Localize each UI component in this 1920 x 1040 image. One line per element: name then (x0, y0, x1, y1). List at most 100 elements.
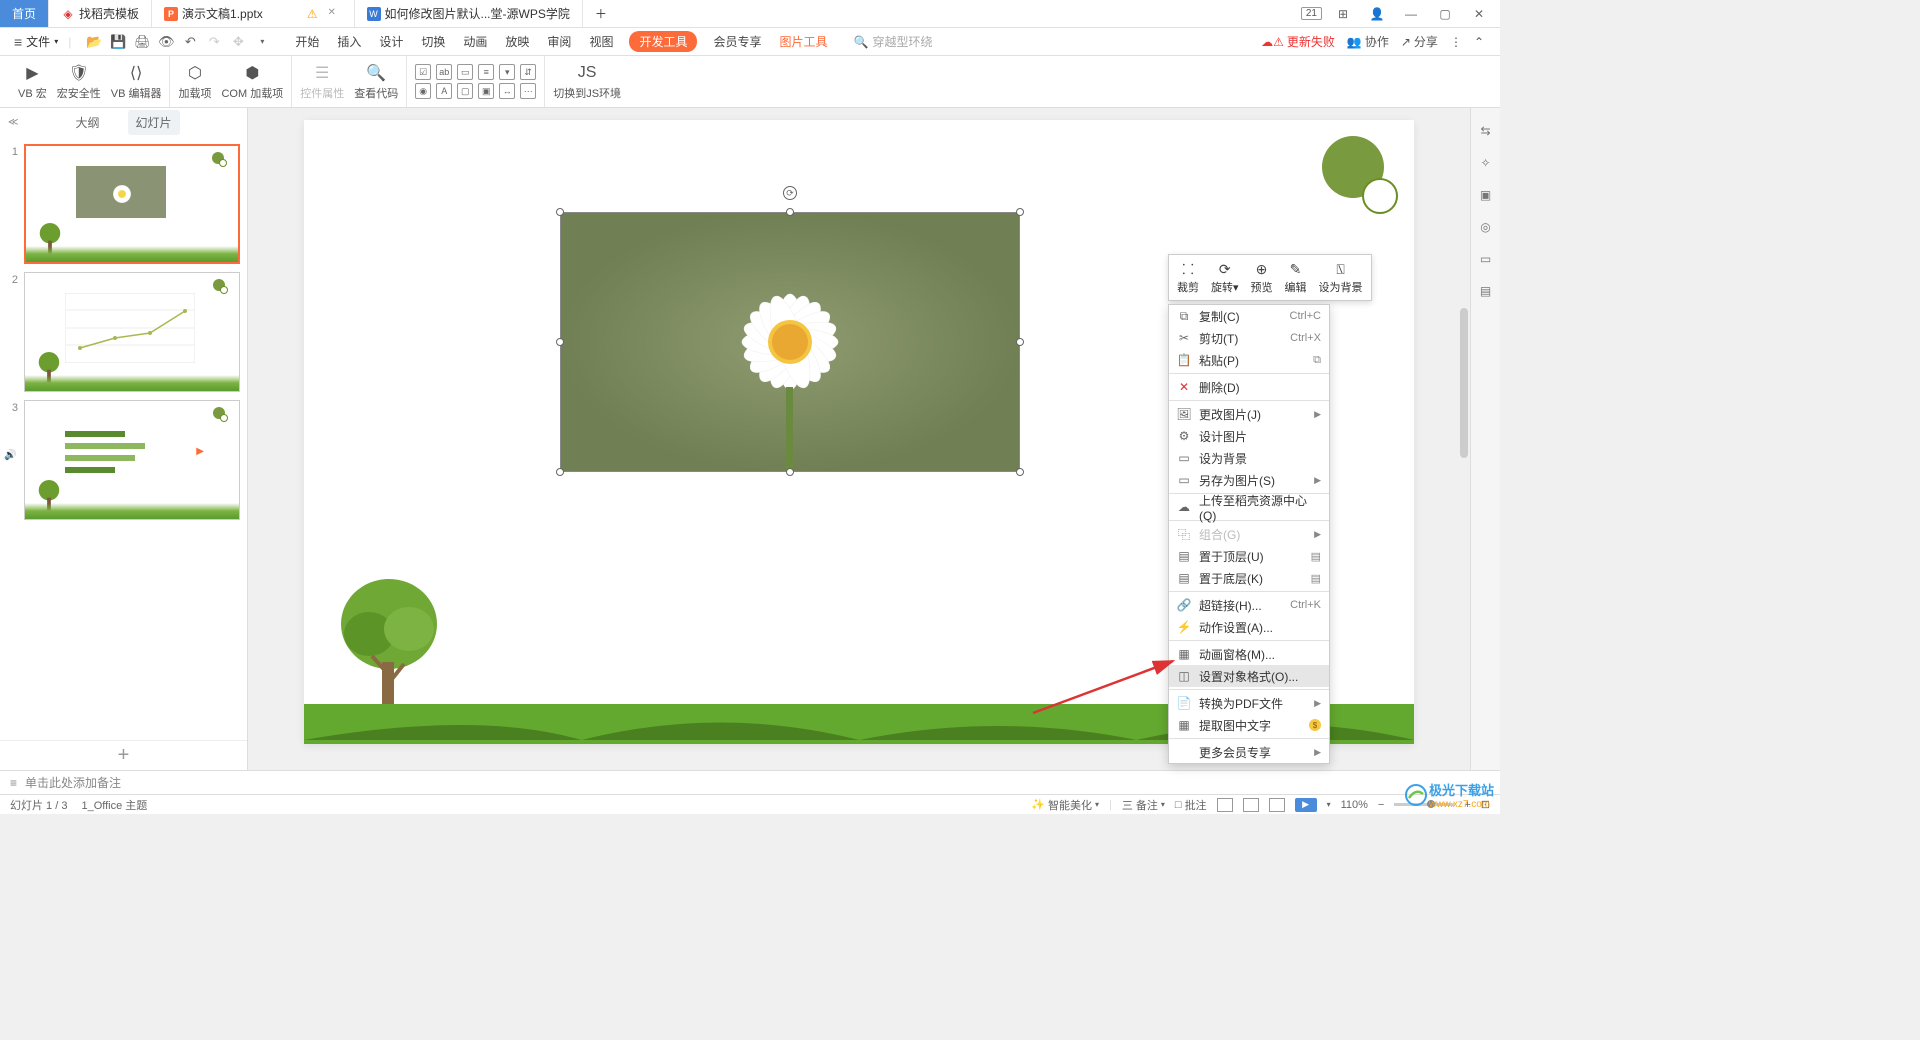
selected-image[interactable]: ⟳ (560, 212, 1020, 472)
close-icon[interactable]: ✕ (328, 7, 342, 21)
save-icon[interactable]: 💾 (109, 33, 127, 51)
beautify-button[interactable]: ✨智能美化▾ (1031, 797, 1099, 813)
slide-item[interactable]: 2 (0, 268, 247, 396)
file-menu[interactable]: ≡ 文件 ▾ (8, 33, 64, 50)
context-menu-item[interactable]: ⚡动作设置(A)... (1169, 616, 1329, 638)
minimize-icon[interactable]: — (1398, 1, 1424, 27)
context-menu-item[interactable]: ⧉复制(C)Ctrl+C (1169, 305, 1329, 327)
macro-security-button[interactable]: 🛡宏安全性 (57, 63, 101, 101)
combo-control-icon[interactable]: ▾ (499, 64, 515, 80)
com-addin-button[interactable]: ⬢COM 加载项 (221, 63, 283, 101)
collapse-panel-icon[interactable]: ≪ (8, 117, 18, 128)
label-control-icon[interactable]: A (436, 83, 452, 99)
search-box[interactable]: 🔍 穿越型环绕 (854, 33, 933, 50)
addin-button[interactable]: ⬡加载项 (178, 63, 211, 101)
context-menu-item[interactable]: 📋粘贴(P)⧉ (1169, 349, 1329, 371)
maximize-icon[interactable]: ▢ (1432, 1, 1458, 27)
print-icon[interactable]: 🖨 (133, 33, 151, 51)
context-menu-item[interactable]: ▤置于底层(K)▤ (1169, 567, 1329, 589)
scroll-control-icon[interactable]: ↔ (499, 83, 515, 99)
tab-template[interactable]: ◈ 找稻壳模板 (49, 0, 152, 27)
text-control-icon[interactable]: ab (436, 64, 452, 80)
button-control-icon[interactable]: ▭ (457, 64, 473, 80)
zoom-out-button[interactable]: − (1378, 799, 1384, 811)
context-menu-item[interactable]: 更多会员专享▶ (1169, 741, 1329, 763)
slide-item[interactable]: 3 🔊 ▶ (0, 396, 247, 524)
tab-review[interactable]: 审阅 (545, 29, 573, 54)
resize-handle[interactable] (1016, 338, 1024, 346)
tab-member[interactable]: 会员专享 (711, 29, 763, 54)
frame-control-icon[interactable]: ▢ (457, 83, 473, 99)
spin-control-icon[interactable]: ⇵ (520, 64, 536, 80)
crop-button[interactable]: ⸬裁剪 (1172, 258, 1204, 297)
collab-button[interactable]: 👥 协作 (1347, 33, 1389, 50)
slide-thumbnail-1[interactable] (24, 144, 240, 264)
more-icon[interactable]: ⋮ (1450, 35, 1462, 49)
close-window-icon[interactable]: ✕ (1466, 1, 1492, 27)
chevron-down-icon[interactable]: ▾ (253, 33, 271, 51)
resize-handle[interactable] (556, 468, 564, 476)
slides-tab[interactable]: 幻灯片 (128, 110, 180, 135)
vertical-scrollbar[interactable] (1458, 108, 1470, 770)
vb-macro-button[interactable]: ▶VB 宏 (18, 63, 47, 101)
home-tab[interactable]: 首页 (0, 0, 49, 27)
tab-transition[interactable]: 切换 (419, 29, 447, 54)
vb-editor-button[interactable]: ⟨⟩VB 编辑器 (111, 63, 162, 101)
avatar-icon[interactable]: 👤 (1364, 1, 1390, 27)
tab-insert[interactable]: 插入 (335, 29, 363, 54)
resize-handle[interactable] (1016, 208, 1024, 216)
notes-bar[interactable]: ≡ 单击此处添加备注 (0, 770, 1500, 794)
object-icon[interactable]: ▣ (1477, 186, 1495, 204)
context-menu-item[interactable]: ◫设置对象格式(O)... (1169, 665, 1329, 687)
list-control-icon[interactable]: ≡ (478, 64, 494, 80)
resize-handle[interactable] (556, 338, 564, 346)
resize-handle[interactable] (786, 468, 794, 476)
notification-badge[interactable]: 21 (1301, 7, 1322, 20)
image-control-icon[interactable]: ▣ (478, 83, 494, 99)
slide-item[interactable]: 1 (0, 140, 247, 268)
context-menu-item[interactable]: ⚙设计图片 (1169, 425, 1329, 447)
add-slide-button[interactable]: + (0, 740, 247, 770)
resize-handle[interactable] (786, 208, 794, 216)
tab-animation[interactable]: 动画 (461, 29, 489, 54)
js-env-button[interactable]: JS切换到JS环境 (553, 63, 621, 101)
more-control-icon[interactable]: ⋯ (520, 83, 536, 99)
open-icon[interactable]: 📂 (85, 33, 103, 51)
scrollbar-thumb[interactable] (1460, 308, 1468, 458)
preview-icon[interactable]: 👁 (157, 33, 175, 51)
format-painter-icon[interactable]: ✥ (229, 33, 247, 51)
rotate-button[interactable]: ⟳旋转▾ (1206, 258, 1244, 297)
context-menu-item[interactable]: ▭设为背景 (1169, 447, 1329, 469)
notes-button[interactable]: 三备注▾ (1122, 797, 1165, 813)
undo-icon[interactable]: ↶ (181, 33, 199, 51)
context-menu-item[interactable]: 🖼更改图片(J)▶ (1169, 403, 1329, 425)
checkbox-control-icon[interactable]: ☑ (415, 64, 431, 80)
outline-tab[interactable]: 大纲 (67, 110, 107, 135)
resize-handle[interactable] (556, 208, 564, 216)
format-icon[interactable]: ✧ (1477, 154, 1495, 172)
context-menu-item[interactable]: 🔗超链接(H)...Ctrl+K (1169, 594, 1329, 616)
view-code-button[interactable]: 🔍查看代码 (354, 63, 398, 101)
context-menu-item[interactable]: ▤置于顶层(U)▤ (1169, 545, 1329, 567)
context-menu-item[interactable]: ✕删除(D) (1169, 376, 1329, 398)
reading-view-button[interactable] (1269, 798, 1285, 812)
tab-design[interactable]: 设计 (377, 29, 405, 54)
slideshow-button[interactable]: ▶ (1295, 798, 1317, 812)
update-status[interactable]: ☁⚠ 更新失败 (1261, 33, 1335, 50)
redo-icon[interactable]: ↷ (205, 33, 223, 51)
apps-icon[interactable]: ⊞ (1330, 1, 1356, 27)
context-menu-item[interactable]: 📄转换为PDF文件▶ (1169, 692, 1329, 714)
rotate-handle[interactable]: ⟳ (783, 186, 797, 200)
resize-handle[interactable] (1016, 468, 1024, 476)
tab-slideshow[interactable]: 放映 (503, 29, 531, 54)
tab-picture-tools[interactable]: 图片工具 (777, 29, 829, 54)
normal-view-button[interactable] (1217, 798, 1233, 812)
context-menu-item[interactable]: ▦提取图中文字$ (1169, 714, 1329, 736)
tab-document-active[interactable]: P 演示文稿1.pptx ⚠ ✕ (152, 0, 354, 27)
tab-view[interactable]: 视图 (587, 29, 615, 54)
radio-control-icon[interactable]: ◉ (415, 83, 431, 99)
book-icon[interactable]: ▭ (1477, 250, 1495, 268)
collapse-ribbon-icon[interactable]: ⌃ (1474, 35, 1484, 49)
context-menu-item[interactable]: ▭另存为图片(S)▶ (1169, 469, 1329, 491)
sorter-view-button[interactable] (1243, 798, 1259, 812)
